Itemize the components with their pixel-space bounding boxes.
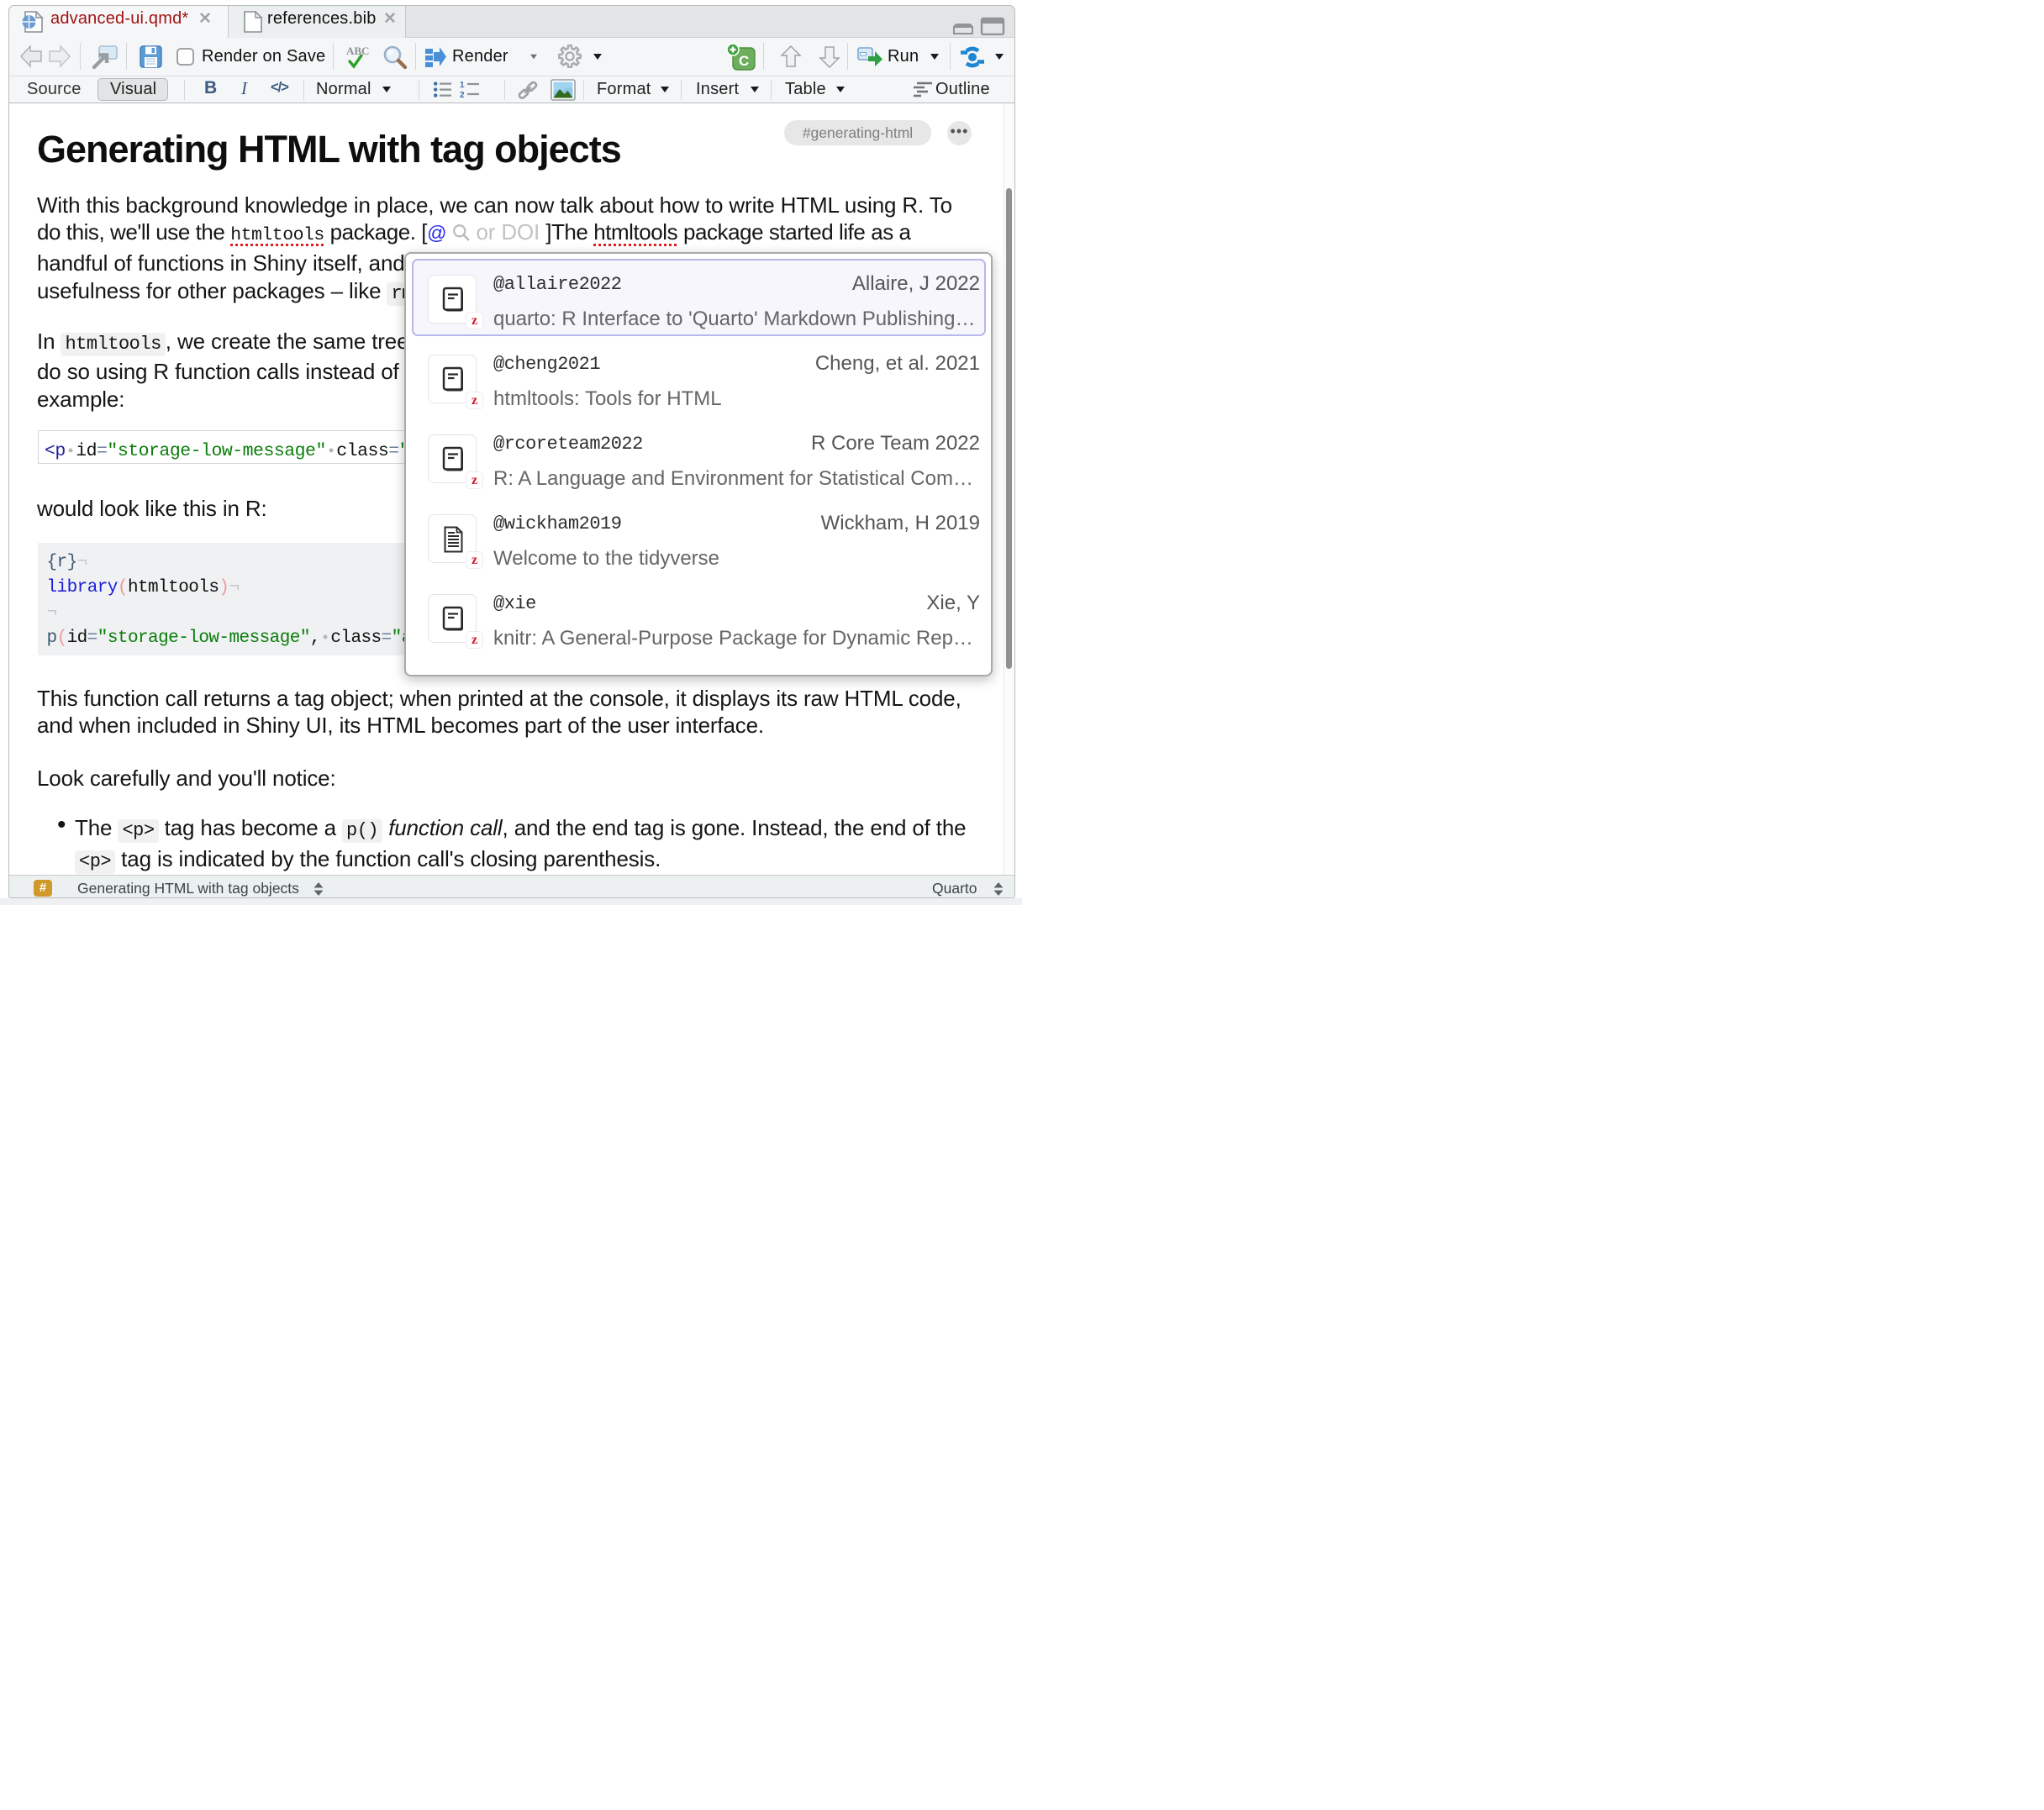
svg-text:ABC: ABC <box>346 45 369 57</box>
svg-text:2: 2 <box>460 91 465 98</box>
svg-text:C: C <box>739 53 749 69</box>
svg-text:1: 1 <box>460 81 465 90</box>
